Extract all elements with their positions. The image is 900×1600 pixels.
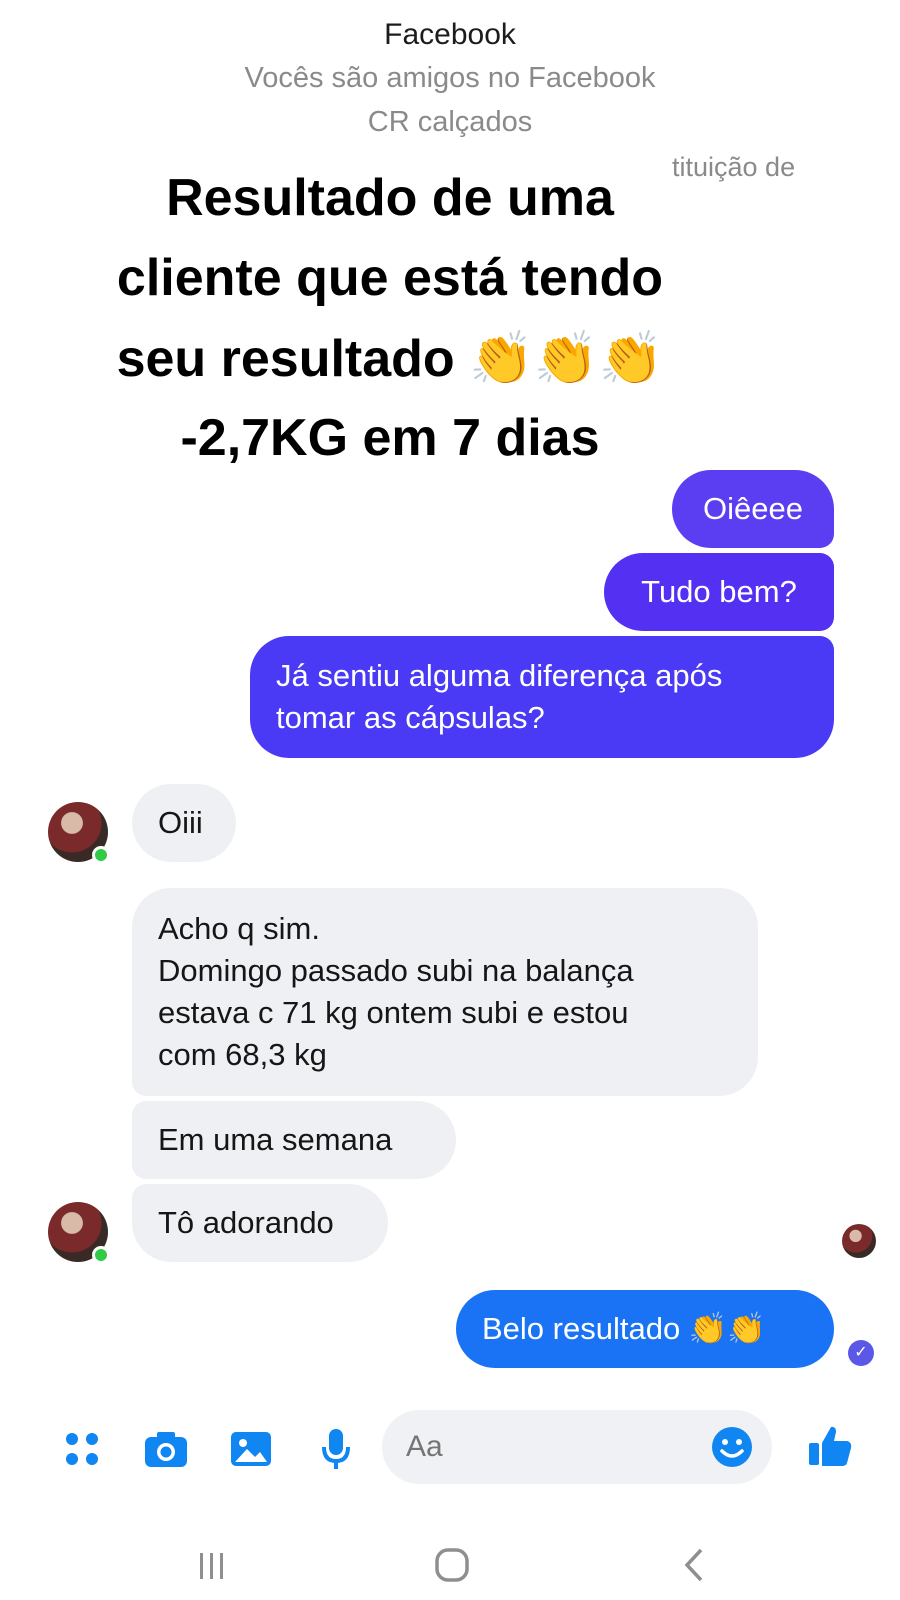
message-text: Tô adorando [158,1205,334,1240]
overlay-caption-line-1: Resultado de uma [166,169,614,227]
friends-status-text: Vocês são amigos no Facebook [244,62,656,94]
contact-name-text: CR calçados [367,106,533,138]
seen-receipt-avatar [842,1224,876,1258]
emoji-icon[interactable] [710,1425,754,1469]
home-button[interactable] [422,1540,482,1590]
contact-avatar[interactable] [48,802,110,864]
message-text: Domingo passado subi na balança [158,953,634,988]
message-text: Em uma semana [158,1122,393,1157]
menu-grid-icon[interactable] [58,1425,106,1473]
back-button[interactable] [664,1540,724,1590]
message-text: Oiii [158,805,203,840]
message-text: Tudo bem? [641,574,797,609]
message-text: Acho q sim. [158,911,320,946]
system-navigation-bar [0,1512,900,1600]
like-thumb-icon[interactable] [806,1422,854,1470]
outgoing-message[interactable]: Belo resultado 👏👏 [456,1290,834,1368]
message-input[interactable]: Aa [382,1410,772,1484]
outgoing-message[interactable]: Já sentiu alguma diferença após tomar as… [250,636,834,758]
overlay-caption-line-4: -2,7KG em 7 dias [180,409,600,467]
message-input-placeholder: Aa [406,1430,443,1463]
message-text: Belo resultado 👏👏 [482,1311,766,1346]
camera-icon[interactable] [142,1425,190,1473]
incoming-message[interactable]: Tô adorando [132,1184,388,1262]
overlay-caption-line-3: seu resultado 👏👏👏 [116,330,664,388]
outgoing-message[interactable]: Tudo bem? [604,553,834,631]
message-text: tomar as cápsulas? [276,700,545,735]
image-icon[interactable] [227,1425,275,1473]
incoming-message[interactable]: Oiii [132,784,236,862]
chat-header-title: Facebook [384,18,516,51]
message-text: Já sentiu alguma diferença após [276,658,723,693]
incoming-message[interactable]: Acho q sim. Domingo passado subi na bala… [132,888,758,1096]
online-status-dot [92,1246,110,1264]
sent-check-icon: ✓ [848,1340,874,1366]
contact-avatar[interactable] [48,1202,110,1264]
recent-apps-button[interactable] [182,1540,242,1590]
message-text: estava c 71 kg ontem subi e estou [158,995,629,1030]
outgoing-message[interactable]: Oiêeee [672,470,834,548]
online-status-dot [92,846,110,864]
overlay-caption-line-2: cliente que está tendo [116,249,664,307]
message-text: com 68,3 kg [158,1037,327,1072]
microphone-icon[interactable] [312,1425,360,1473]
message-text: Oiêeee [703,491,803,526]
incoming-message[interactable]: Em uma semana [132,1101,456,1179]
